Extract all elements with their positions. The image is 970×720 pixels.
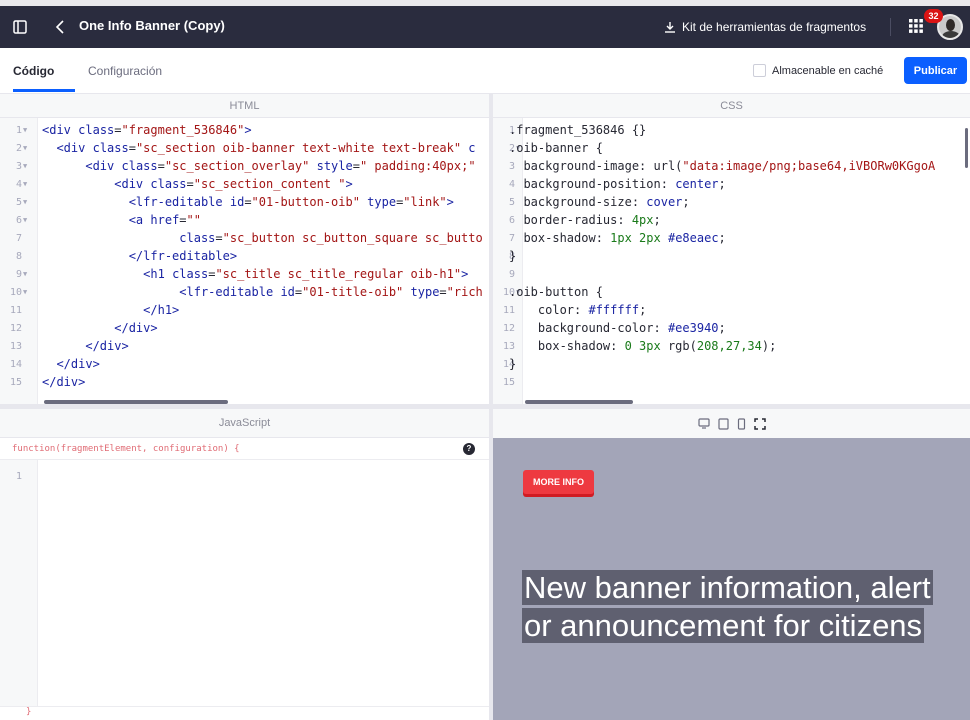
help-icon[interactable]: ? <box>463 443 475 455</box>
cacheable-label: Almacenable en caché <box>772 65 884 77</box>
js-panel-header: JavaScript <box>0 409 489 438</box>
preview-toolbar <box>493 409 970 438</box>
more-info-button[interactable]: MORE INFO <box>523 470 594 494</box>
html-editor[interactable]: 1 ▼ <div class="fragment_536846"> 2 ▼ <div … <box>0 118 489 404</box>
js-editor[interactable]: 1 <box>0 460 489 706</box>
top-bar: One Info Banner (Copy) Kit de herramient… <box>0 6 970 48</box>
download-icon <box>665 22 675 33</box>
sidebar-toggle-icon[interactable] <box>8 6 32 48</box>
line-gutter <box>0 460 38 706</box>
notification-badge: 32 <box>924 9 943 23</box>
desktop-icon[interactable] <box>697 418 710 429</box>
tab-configuration[interactable]: Configuración <box>88 64 162 78</box>
custom-size-icon[interactable] <box>753 417 766 430</box>
html-panel-header: HTML <box>0 94 489 118</box>
apps-grid-icon[interactable] <box>909 19 923 38</box>
app-window: One Info Banner (Copy) Kit de herramient… <box>0 6 970 720</box>
back-chevron-icon[interactable] <box>50 6 70 48</box>
active-tab-indicator <box>13 89 75 92</box>
fragment-toolkit-label: Kit de herramientas de fragmentos <box>682 20 867 34</box>
fragment-toolkit-button[interactable]: Kit de herramientas de fragmentos <box>664 6 866 48</box>
vertical-scrollbar[interactable] <box>965 128 968 168</box>
tab-code[interactable]: Código <box>13 64 54 78</box>
divider <box>890 18 891 36</box>
tablet-icon[interactable] <box>717 417 729 430</box>
js-signature: function(fragmentElement, configuration)… <box>0 438 489 460</box>
banner-headline: New banner information, alert or announc… <box>522 570 933 643</box>
avatar-face <box>946 19 955 31</box>
cacheable-checkbox[interactable] <box>753 64 766 77</box>
tab-bar: Código Configuración Almacenable en cach… <box>0 48 970 94</box>
publish-button[interactable]: Publicar <box>904 57 967 84</box>
line-number: 1 <box>15 471 22 482</box>
css-panel-header: CSS <box>493 94 970 118</box>
mobile-icon[interactable] <box>737 417 746 430</box>
js-closing: } <box>0 706 489 720</box>
fragment-preview: MORE INFO New banner information, alert … <box>493 438 970 720</box>
page-title: One Info Banner (Copy) <box>79 18 225 33</box>
avatar-body <box>942 31 960 38</box>
css-editor[interactable]: 1 .fragment_536846 {} 2 ▼ .oib-banner { 3 b… <box>493 118 970 404</box>
